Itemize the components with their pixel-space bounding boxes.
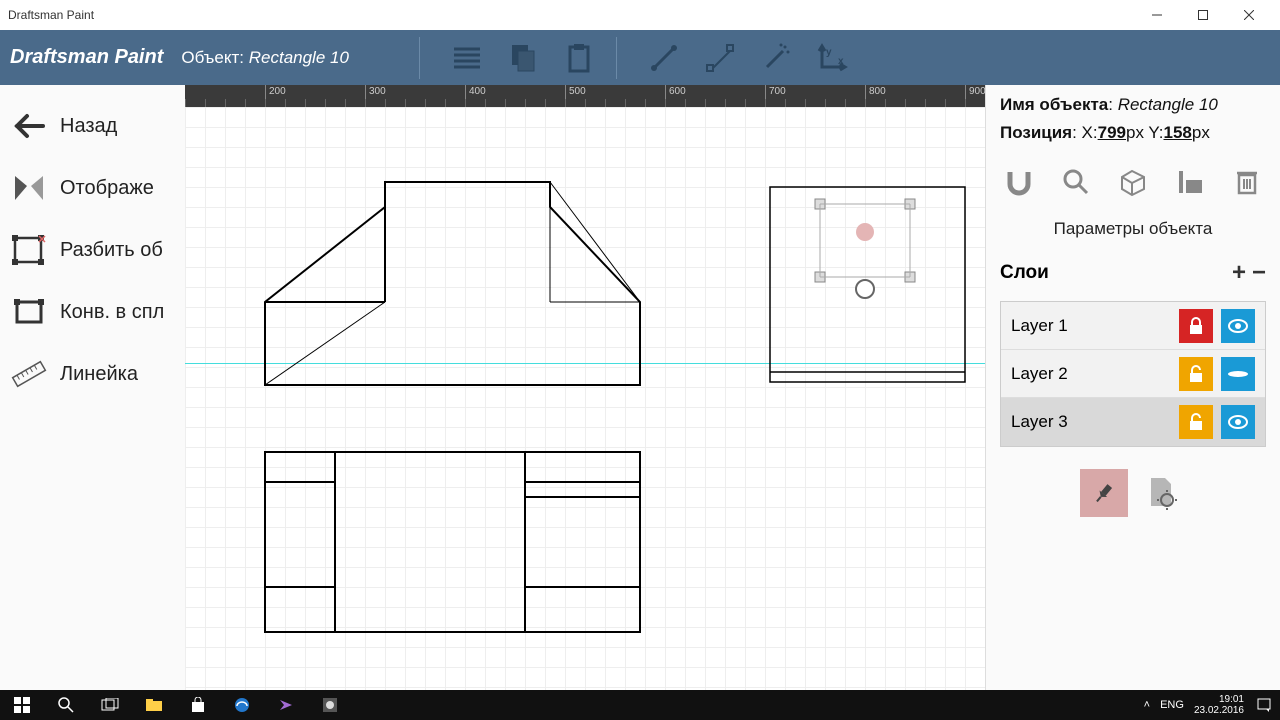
visibility-icon[interactable] — [1221, 309, 1255, 343]
split-icon — [10, 231, 48, 269]
store-icon[interactable] — [176, 690, 220, 720]
search-icon[interactable] — [44, 690, 88, 720]
sidebar-item-label: Линейка — [60, 363, 138, 386]
snap-icon[interactable] — [1000, 163, 1038, 201]
current-object-label: Объект: Rectangle 10 — [181, 48, 349, 68]
action-buttons-row — [1000, 163, 1266, 201]
window-titlebar: Draftsman Paint — [0, 0, 1280, 30]
svg-text:y: y — [826, 47, 832, 58]
layers-header: Слои + − — [1000, 259, 1266, 287]
taskview-icon[interactable] — [88, 690, 132, 720]
file-settings-button[interactable] — [1138, 469, 1186, 517]
minimize-button[interactable] — [1134, 0, 1180, 30]
sidebar-item-label: Разбить об — [60, 239, 163, 262]
app-icon[interactable] — [308, 690, 352, 720]
object-name-row: Имя объекта: Rectangle 10 — [1000, 95, 1266, 115]
sidebar-item-ruler[interactable]: Линейка — [0, 343, 185, 405]
trash-icon[interactable] — [1228, 163, 1266, 201]
layer-row[interactable]: Layer 1 — [1001, 302, 1265, 350]
sidebar-item-split[interactable]: Разбить об — [0, 219, 185, 281]
clock[interactable]: 19:01 23.02.2016 — [1194, 694, 1244, 716]
zoom-icon[interactable] — [1057, 163, 1095, 201]
window-title: Draftsman Paint — [8, 8, 94, 22]
connector-tool-icon[interactable] — [693, 33, 747, 83]
back-arrow-icon — [10, 107, 48, 145]
display-icon — [10, 169, 48, 207]
position-row: Позиция: X:799px Y:158px — [1000, 123, 1266, 143]
edge-icon[interactable] — [220, 690, 264, 720]
svg-text:x: x — [838, 56, 844, 67]
sidebar-item-display[interactable]: Отображе — [0, 157, 185, 219]
lock-icon[interactable] — [1179, 309, 1213, 343]
horizontal-ruler: 200 300 400 500 600 700 800 900 — [185, 85, 985, 107]
remove-layer-button[interactable]: − — [1252, 259, 1266, 287]
sidebar-item-back[interactable]: Назад — [0, 95, 185, 157]
tray-up-icon[interactable]: ˄ — [1144, 699, 1150, 711]
explorer-icon[interactable] — [132, 690, 176, 720]
app-toolbar: Draftsman Paint Объект: Rectangle 10 yx — [0, 30, 1280, 85]
cube-icon[interactable] — [1114, 163, 1152, 201]
paste-icon[interactable] — [552, 33, 606, 83]
unlock-icon[interactable] — [1179, 405, 1213, 439]
drawing-surface[interactable] — [185, 107, 985, 690]
windows-taskbar: ˄ ENG 19:01 23.02.2016 — [0, 690, 1280, 720]
start-button[interactable] — [0, 690, 44, 720]
line-tool-icon[interactable] — [637, 33, 691, 83]
close-button[interactable] — [1226, 0, 1272, 30]
canvas-area[interactable]: 200 300 400 500 600 700 800 900 — [185, 85, 985, 690]
left-sidebar: Назад Отображе Разбить об Конв. в спл Ли… — [0, 85, 185, 690]
visibility-flat-icon[interactable] — [1221, 357, 1255, 391]
magic-tool-icon[interactable] — [749, 33, 803, 83]
properties-panel: Имя объекта: Rectangle 10 Позиция: X:799… — [985, 85, 1280, 690]
layer-row[interactable]: Layer 3 — [1001, 398, 1265, 446]
sidebar-item-spline[interactable]: Конв. в спл — [0, 281, 185, 343]
sidebar-item-label: Конв. в спл — [60, 301, 164, 324]
layers-list: Layer 1 Layer 2 Layer 3 — [1000, 301, 1266, 447]
copy-icon[interactable] — [496, 33, 550, 83]
app-title: Draftsman Paint — [10, 46, 163, 69]
visibility-icon[interactable] — [1221, 405, 1255, 439]
pin-button[interactable] — [1080, 469, 1128, 517]
params-title: Параметры объекта — [1000, 219, 1266, 239]
axes-tool-icon[interactable]: yx — [805, 33, 859, 83]
notifications-icon[interactable] — [1254, 690, 1274, 720]
align-left-icon[interactable] — [1171, 163, 1209, 201]
align-icon[interactable] — [440, 33, 494, 83]
unlock-icon[interactable] — [1179, 357, 1213, 391]
spline-icon — [10, 293, 48, 331]
maximize-button[interactable] — [1180, 0, 1226, 30]
ruler-icon — [10, 355, 48, 393]
lang-indicator[interactable]: ENG — [1160, 699, 1184, 711]
sidebar-item-label: Отображе — [60, 177, 154, 200]
add-layer-button[interactable]: + — [1232, 259, 1246, 287]
sidebar-item-label: Назад — [60, 115, 117, 138]
vs-icon[interactable] — [264, 690, 308, 720]
layer-row[interactable]: Layer 2 — [1001, 350, 1265, 398]
